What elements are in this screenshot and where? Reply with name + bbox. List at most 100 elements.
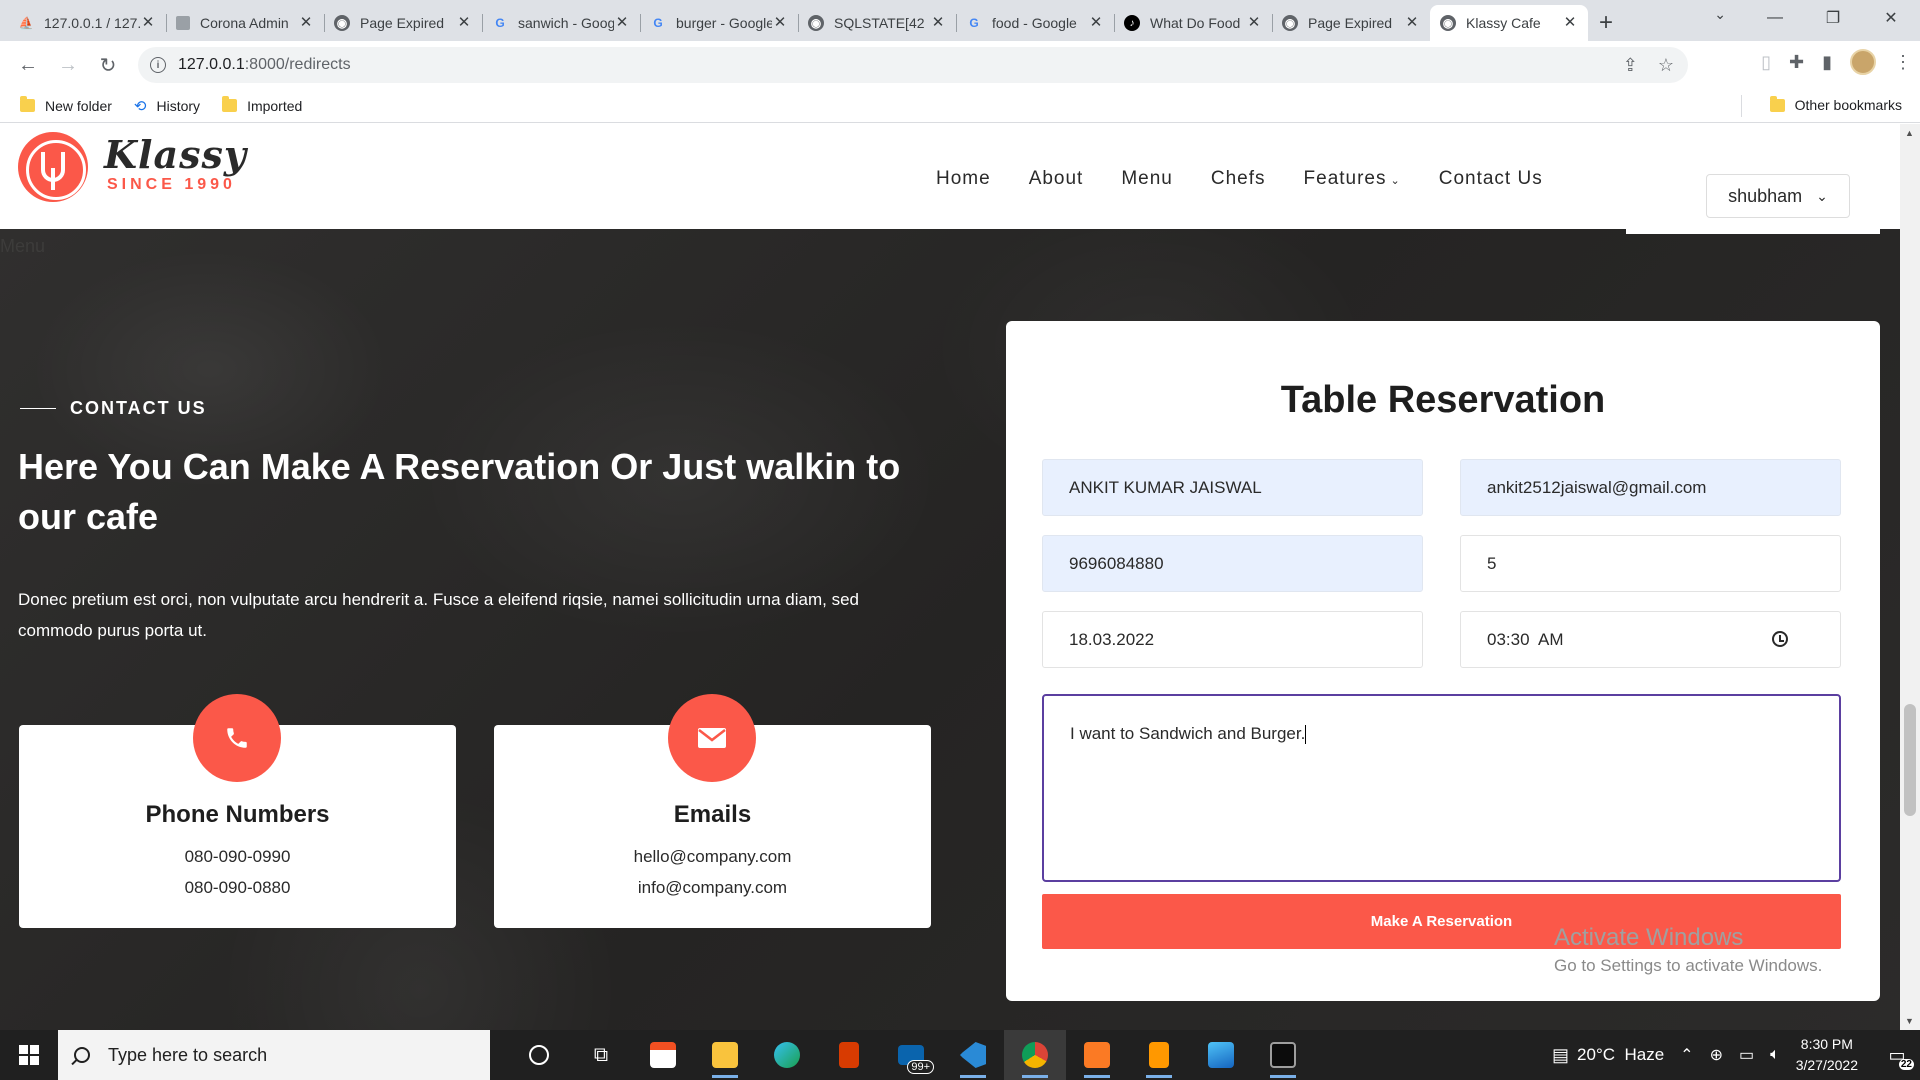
user-dropdown[interactable]: shubham ⌄ [1706, 174, 1850, 218]
phone-icon [193, 694, 281, 782]
reload-icon[interactable]: ↻ [88, 45, 128, 85]
battery-icon[interactable]: ▭ [1739, 1045, 1754, 1065]
minimize-icon[interactable]: — [1746, 0, 1804, 36]
close-icon[interactable]: ✕ [140, 15, 156, 31]
tab-page-expired-2[interactable]: ◉ Page Expired ✕ [1272, 5, 1430, 41]
nav-menu[interactable]: Menu [1121, 168, 1173, 190]
url-text[interactable]: 127.0.0.1:8000/redirects [178, 56, 351, 74]
nav-contact[interactable]: Contact Us [1439, 168, 1543, 190]
nav-chefs[interactable]: Chefs [1211, 168, 1266, 190]
other-bookmarks[interactable]: Other bookmarks [1769, 95, 1902, 113]
tiktok-icon: ♪ [1124, 15, 1140, 31]
close-icon[interactable]: ✕ [930, 15, 946, 31]
cortana-icon[interactable] [508, 1030, 570, 1080]
tab-sqlstate[interactable]: ◉ SQLSTATE[42 ✕ [798, 5, 956, 41]
phone-number-2[interactable]: 080-090-0880 [19, 872, 456, 903]
photos-icon[interactable] [1190, 1030, 1252, 1080]
close-icon[interactable]: ✕ [1562, 15, 1578, 31]
tab-what-do-food[interactable]: ♪ What Do Food ✕ [1114, 5, 1272, 41]
phone-number-1[interactable]: 080-090-0990 [19, 841, 456, 872]
nav-features[interactable]: Features ⌄ [1304, 168, 1401, 190]
bookmark-new-folder[interactable]: New folder [20, 96, 112, 114]
message-textarea[interactable]: I want to Sandwich and Burger. [1042, 694, 1841, 882]
close-window-icon[interactable]: ✕ [1862, 0, 1920, 36]
message-text: I want to Sandwich and Burger. [1070, 724, 1306, 743]
mail-icon[interactable]: 99+ [880, 1030, 942, 1080]
main-nav: Home About Menu Chefs Features ⌄ Contact … [936, 168, 1543, 190]
logo-tagline: SINCE 1990 [107, 176, 236, 193]
back-icon[interactable]: ← [8, 45, 48, 85]
name-field[interactable]: ANKIT KUMAR JAISWAL [1042, 459, 1423, 516]
profile-avatar[interactable] [1850, 49, 1876, 75]
share-icon[interactable]: ⇪ [1623, 55, 1638, 76]
guests-field[interactable]: 5 [1460, 535, 1841, 592]
extension-page-icon[interactable]: ▯ [1761, 52, 1771, 73]
time-field[interactable]: 03:30 AM [1460, 611, 1841, 668]
xampp-icon[interactable] [1066, 1030, 1128, 1080]
bookmark-star-icon[interactable]: ☆ [1658, 55, 1674, 76]
bookmark-imported[interactable]: Imported [222, 96, 302, 114]
close-icon[interactable]: ✕ [456, 15, 472, 31]
forward-icon[interactable]: → [48, 45, 88, 85]
date-field[interactable]: 18.03.2022 [1042, 611, 1423, 668]
nav-about[interactable]: About [1029, 168, 1084, 190]
envelope-icon [668, 694, 756, 782]
scroll-up-icon[interactable]: ▲ [1905, 128, 1914, 138]
url-path: :8000/redirects [244, 56, 351, 73]
email-address-2[interactable]: info@company.com [494, 872, 931, 903]
language-globe-icon[interactable]: ⊕ [1710, 1045, 1723, 1065]
volume-icon[interactable]: 🔈︎ [1770, 1046, 1780, 1064]
address-bar[interactable]: i 127.0.0.1:8000/redirects ⇪ ☆ [138, 47, 1688, 83]
close-icon[interactable]: ✕ [298, 15, 314, 31]
tab-klassy-cafe[interactable]: ◉ Klassy Cafe ✕ [1430, 5, 1588, 41]
new-tab-button[interactable]: + [1588, 5, 1624, 41]
tab-phpmyadmin[interactable]: ⛵ 127.0.0.1 / 127.0.0.1 ✕ [8, 5, 166, 41]
tab-page-expired[interactable]: ◉ Page Expired ✕ [324, 5, 482, 41]
tab-search-chevron-icon[interactable]: ⌄ [1714, 6, 1726, 23]
file-explorer-icon[interactable] [694, 1030, 756, 1080]
time-value: 03:30 AM [1487, 629, 1564, 649]
tab-google-food[interactable]: G food - Google ✕ [956, 5, 1114, 41]
notification-center-icon[interactable]: ▭ 22 [1880, 1038, 1914, 1072]
clock-icon[interactable] [1772, 631, 1788, 647]
store-icon[interactable] [632, 1030, 694, 1080]
close-icon[interactable]: ✕ [614, 15, 630, 31]
close-icon[interactable]: ✕ [772, 15, 788, 31]
close-icon[interactable]: ✕ [1088, 15, 1104, 31]
task-view-icon[interactable]: ⧉ [570, 1030, 632, 1080]
side-panel-icon[interactable]: ▮ [1822, 52, 1832, 73]
logo-wordmark[interactable]: Klassy [104, 132, 247, 177]
sublime-icon[interactable] [1128, 1030, 1190, 1080]
email-card: Emails hello@company.com info@company.co… [494, 694, 931, 928]
close-icon[interactable]: ✕ [1246, 15, 1262, 31]
office-icon[interactable] [818, 1030, 880, 1080]
restore-icon[interactable]: ❐ [1804, 0, 1862, 36]
edge-icon[interactable] [756, 1030, 818, 1080]
email-address-1[interactable]: hello@company.com [494, 841, 931, 872]
vscode-icon[interactable] [942, 1030, 1004, 1080]
terminal-icon[interactable] [1252, 1030, 1314, 1080]
nav-home[interactable]: Home [936, 168, 991, 190]
site-info-icon[interactable]: i [150, 57, 166, 73]
chevron-up-icon[interactable]: ⌃ [1680, 1045, 1693, 1065]
email-field[interactable]: ankit2512jaiswal@gmail.com [1460, 459, 1841, 516]
scroll-down-icon[interactable]: ▼ [1905, 1016, 1914, 1026]
tray-clock[interactable]: 8:30 PM 3/27/2022 [1796, 1034, 1858, 1076]
close-icon[interactable]: ✕ [1404, 15, 1420, 31]
tab-corona-admin[interactable]: Corona Admin ✕ [166, 5, 324, 41]
bookmark-history[interactable]: ⟲ History [134, 97, 200, 115]
taskbar-search[interactable]: Type here to search [58, 1030, 490, 1080]
logo-icon[interactable] [18, 132, 88, 202]
weather-widget[interactable]: ▤ 20°C Haze [1552, 1045, 1664, 1066]
phone-field[interactable]: 9696084880 [1042, 535, 1423, 592]
start-button[interactable] [0, 1030, 58, 1080]
page-scrollbar[interactable]: ▲ ▼ [1900, 124, 1920, 1030]
other-bookmarks-label: Other bookmarks [1794, 97, 1902, 113]
kebab-menu-icon[interactable]: ⋮ [1894, 52, 1912, 73]
tab-google-sanwich[interactable]: G sanwich - Google ✕ [482, 5, 640, 41]
chrome-icon[interactable] [1004, 1030, 1066, 1080]
extensions-puzzle-icon[interactable]: ✚ [1789, 52, 1804, 73]
scrollbar-thumb[interactable] [1904, 704, 1916, 816]
notification-count: 22 [1898, 1059, 1914, 1070]
tab-google-burger[interactable]: G burger - Google ✕ [640, 5, 798, 41]
